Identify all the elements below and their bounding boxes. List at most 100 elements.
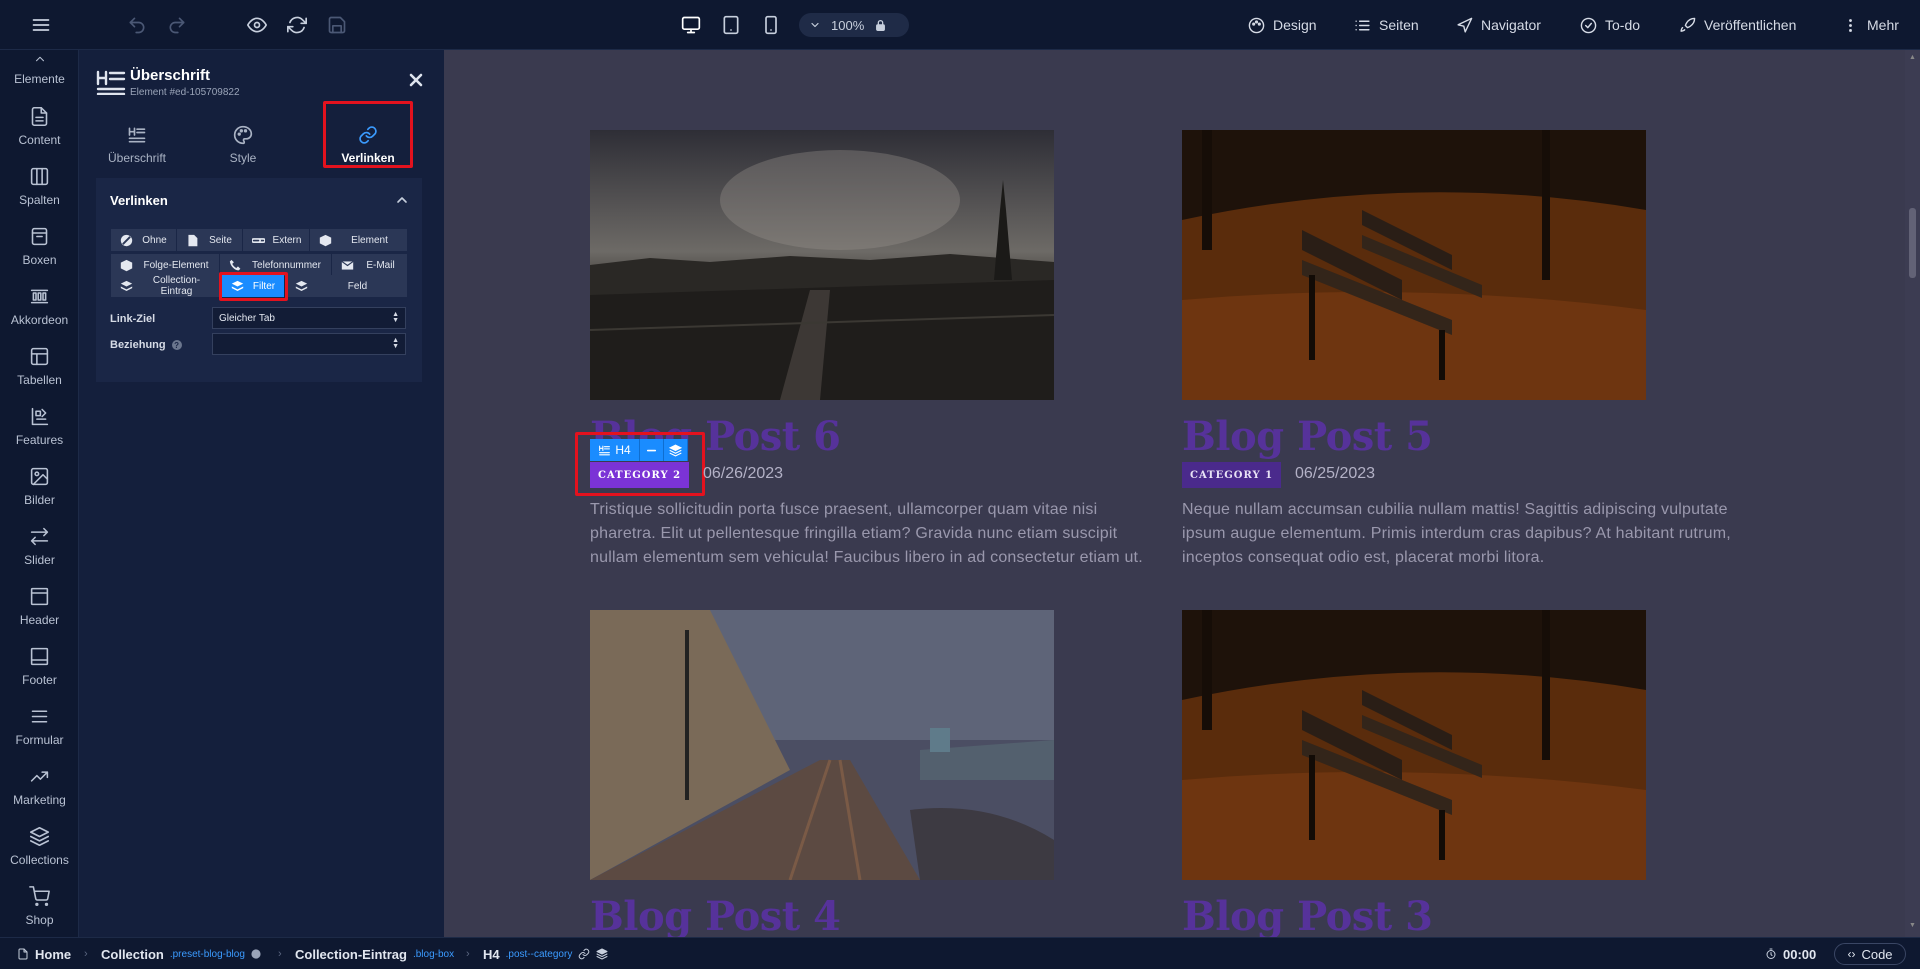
scrollbar-thumb[interactable]: [1909, 208, 1916, 278]
design-label: Design: [1273, 17, 1317, 33]
publish-button[interactable]: Veröffentlichen: [1679, 0, 1796, 50]
breadcrumb-h4[interactable]: H4 .post--category: [483, 938, 608, 969]
help-icon[interactable]: ?: [171, 340, 182, 350]
sidebar-item-slider[interactable]: Slider: [0, 526, 78, 582]
breadcrumb-home[interactable]: Home: [17, 938, 71, 969]
desktop-view-icon[interactable]: [679, 13, 703, 37]
tab-verlinken[interactable]: Verlinken: [321, 114, 415, 176]
sidebar-item-elemente[interactable]: Elemente: [0, 52, 78, 108]
preview-eye-icon[interactable]: [245, 13, 269, 37]
link-type-collection-entry-button[interactable]: Collection-Eintrag: [111, 275, 220, 297]
link-type-none-button[interactable]: Ohne: [111, 229, 176, 251]
heading-tag-button[interactable]: H4: [590, 439, 640, 461]
element-sidebar: Elemente Content Spalten Boxen Akkordeon…: [0, 50, 79, 937]
columns-icon: [30, 167, 49, 186]
sidebar-item-shop[interactable]: Shop: [0, 886, 78, 937]
save-icon[interactable]: [325, 13, 349, 37]
breadcrumb-collection[interactable]: Collection .preset-blog-blog: [101, 938, 261, 969]
relation-label: Beziehung ?: [110, 339, 182, 351]
sidebar-item-collections[interactable]: Collections: [0, 826, 78, 882]
tab-label: Style: [229, 151, 257, 165]
layers-icon: [119, 279, 133, 293]
link-type-phone-button[interactable]: Telefonnummer: [220, 254, 331, 276]
tablet-view-icon[interactable]: [719, 13, 743, 37]
hamburger-menu-icon[interactable]: [29, 13, 53, 37]
design-button[interactable]: Design: [1248, 0, 1317, 50]
sidebar-item-bilder[interactable]: Bilder: [0, 466, 78, 522]
link-type-email-button[interactable]: E-Mail: [332, 254, 407, 276]
chain-link-icon: [251, 233, 265, 247]
more-label: Mehr: [1867, 17, 1899, 33]
link-target-select[interactable]: Gleicher Tab ▲ ▼: [212, 307, 406, 329]
link-type-page-button[interactable]: Seite: [177, 229, 242, 251]
undo-icon[interactable]: [125, 13, 149, 37]
navigator-button[interactable]: Navigator: [1456, 0, 1541, 50]
slider-arrows-icon: [30, 527, 49, 546]
sidebar-item-features[interactable]: Features: [0, 406, 78, 462]
sidebar-item-label: Formular: [15, 733, 64, 747]
chevron-down-icon: [811, 22, 819, 28]
link-type-element-button[interactable]: Element: [310, 229, 407, 251]
todo-label: To-do: [1605, 17, 1641, 33]
sidebar-item-header[interactable]: Header: [0, 586, 78, 642]
tag-label: H4: [615, 443, 631, 457]
post-image-coastal-railway[interactable]: [590, 610, 1054, 880]
button-label: Filter: [252, 280, 276, 292]
close-icon[interactable]: [408, 72, 428, 92]
post-image-autumn-benches[interactable]: [1182, 610, 1646, 880]
sidebar-item-footer[interactable]: Footer: [0, 646, 78, 702]
relation-select[interactable]: ▲ ▼: [212, 333, 406, 355]
post-title[interactable]: Blog Post 3: [1182, 893, 1433, 937]
table-icon: [30, 347, 49, 366]
lock-icon[interactable]: [874, 19, 887, 32]
link-type-next-element-button[interactable]: Folge-Element: [111, 254, 219, 276]
more-button[interactable]: Mehr: [1842, 0, 1899, 50]
post-title[interactable]: Blog Post 5: [1182, 413, 1433, 460]
document-icon: [31, 106, 48, 127]
palette-icon: [1248, 17, 1265, 33]
link-type-filter-button[interactable]: Filter: [222, 275, 284, 297]
todo-button[interactable]: To-do: [1580, 0, 1640, 50]
properties-panel: Überschrift Element #ed-105709822 Übersc…: [79, 50, 444, 937]
post-image-paris[interactable]: [590, 130, 1054, 400]
button-label: E-Mail: [366, 259, 395, 271]
page-canvas[interactable]: Blog Post 6 H4 CATEGORY 2 06/26/2023 Tri…: [444, 50, 1920, 937]
tab-label: Überschrift: [107, 151, 166, 165]
tab-ueberschrift[interactable]: Überschrift: [90, 114, 184, 176]
button-label: Ohne: [142, 234, 167, 246]
button-label: Feld: [347, 280, 368, 292]
post-date: 06/26/2023: [703, 465, 784, 482]
canvas-scrollbar[interactable]: ▲ ▼: [1905, 50, 1920, 937]
post-title[interactable]: Blog Post 4: [590, 893, 841, 937]
category-badge[interactable]: CATEGORY 2: [590, 462, 690, 488]
layers-button[interactable]: [664, 439, 688, 461]
mobile-view-icon[interactable]: [759, 13, 783, 37]
sidebar-item-formular[interactable]: Formular: [0, 706, 78, 762]
sidebar-item-spalten[interactable]: Spalten: [0, 166, 78, 222]
post-image-autumn-benches[interactable]: [1182, 130, 1646, 400]
code-button[interactable]: ‹› Code: [1834, 943, 1906, 965]
scroll-up-icon[interactable]: ▲: [1909, 54, 1916, 61]
minus-button[interactable]: [640, 439, 664, 461]
sidebar-item-label: Marketing: [13, 793, 66, 807]
zoom-control[interactable]: 100%: [799, 13, 909, 37]
breadcrumb-collection-entry[interactable]: Collection-Eintrag .blog-box: [295, 938, 454, 969]
link-type-field-button[interactable]: Feld: [286, 275, 407, 297]
crumb-class: .preset-blog-blog: [169, 948, 245, 960]
sidebar-item-marketing[interactable]: Marketing: [0, 766, 78, 822]
scroll-down-icon[interactable]: ▼: [1909, 922, 1916, 929]
sidebar-item-content[interactable]: Content: [0, 106, 78, 162]
refresh-icon[interactable]: [285, 13, 309, 37]
pages-button[interactable]: Seiten: [1354, 0, 1419, 50]
chevron-up-icon[interactable]: [394, 192, 412, 210]
link-type-external-button[interactable]: Extern: [243, 229, 309, 251]
sidebar-item-boxen[interactable]: Boxen: [0, 226, 78, 282]
redo-icon[interactable]: [165, 13, 189, 37]
label-text: Beziehung: [110, 339, 166, 351]
image-icon: [30, 467, 49, 486]
palette-icon: [251, 949, 261, 959]
sidebar-item-akkordeon[interactable]: Akkordeon: [0, 286, 78, 342]
category-badge[interactable]: CATEGORY 1: [1182, 462, 1282, 488]
sidebar-item-tabellen[interactable]: Tabellen: [0, 346, 78, 402]
tab-style[interactable]: Style: [196, 114, 290, 176]
